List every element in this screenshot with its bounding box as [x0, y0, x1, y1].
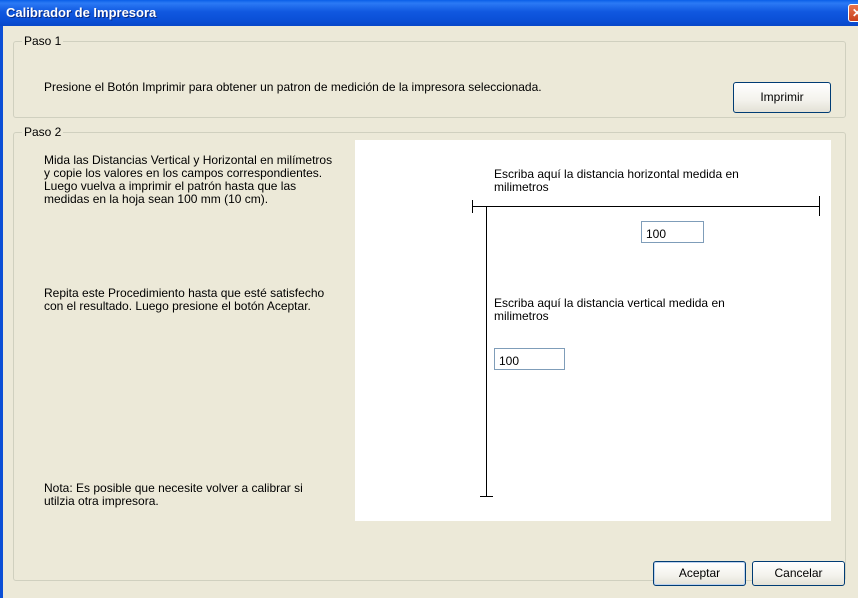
measurement-pattern-panel: [355, 140, 831, 521]
horizontal-line-left-tick: [472, 200, 473, 213]
step1-group: Paso 1: [13, 34, 846, 118]
vertical-distance-label: Escriba aquí la distancia vertical medid…: [494, 296, 725, 323]
step2-note: Nota: Es posible que necesite volver a c…: [44, 481, 303, 508]
vertical-measure-line: [486, 207, 487, 496]
window-frame-left: [0, 26, 3, 598]
horizontal-line-right-tick: [819, 196, 820, 216]
accept-button[interactable]: Aceptar: [653, 561, 746, 586]
cancel-button[interactable]: Cancelar: [752, 561, 845, 586]
horizontal-distance-input[interactable]: [641, 221, 704, 243]
horizontal-measure-line: [472, 206, 820, 207]
close-icon[interactable]: ✕: [848, 4, 858, 22]
step1-instruction: Presione el Botón Imprimir para obtener …: [44, 80, 542, 94]
step2-legend: Paso 2: [24, 125, 62, 139]
step2-instruction-measure: Mida las Distancias Vertical y Horizonta…: [44, 153, 333, 206]
horizontal-distance-label: Escriba aquí la distancia horizontal med…: [494, 167, 739, 194]
vertical-distance-input[interactable]: [494, 348, 565, 370]
title-bar[interactable]: Calibrador de Impresora ✕: [0, 0, 858, 26]
vertical-line-bottom-tick: [480, 496, 493, 497]
window-title: Calibrador de Impresora: [6, 5, 157, 20]
step2-instruction-repeat: Repita este Procedimiento hasta que esté…: [44, 286, 325, 313]
calibrator-window: Calibrador de Impresora ✕ Paso 1 Presion…: [0, 0, 858, 598]
step1-legend: Paso 1: [24, 34, 62, 48]
print-button[interactable]: Imprimir: [733, 82, 831, 113]
